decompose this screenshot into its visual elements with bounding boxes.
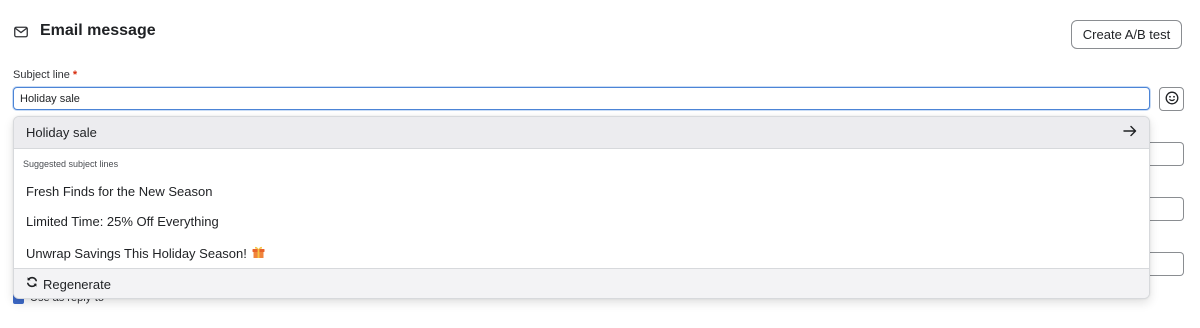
gift-icon [251,244,266,262]
current-value-option[interactable]: Holiday sale [14,117,1149,149]
subject-line-input[interactable] [13,87,1150,110]
required-indicator: * [72,69,78,81]
regenerate-button[interactable]: Regenerate [14,268,1149,298]
section-header: Email message [14,22,156,40]
refresh-icon [26,275,38,293]
smiley-icon [1165,91,1179,108]
create-ab-test-button[interactable]: Create A/B test [1071,20,1182,49]
section-title: Email message [40,22,156,39]
regenerate-label: Regenerate [43,276,111,292]
subject-line-label-text: Subject line [13,69,70,81]
suggestion-text: Unwrap Savings This Holiday Season! [26,245,247,261]
suggestions-header: Suggested subject lines [23,159,119,169]
arrow-right-icon [1123,124,1137,142]
background-input-field[interactable] [1150,197,1184,221]
subject-line-label: Subject line * [13,69,77,81]
mail-icon [14,25,28,38]
suggestion-option[interactable]: Limited Time: 25% Off Everything [26,214,219,229]
emoji-picker-button[interactable] [1159,87,1184,111]
suggestion-text: Fresh Finds for the New Season [26,184,213,199]
suggestion-option[interactable]: Fresh Finds for the New Season [26,184,212,199]
subject-suggestions-dropdown: Holiday sale Suggested subject lines Fre… [13,116,1150,299]
background-input-field[interactable] [1150,142,1184,166]
suggestion-text: Limited Time: 25% Off Everything [26,214,219,229]
background-input-field[interactable] [1150,252,1184,276]
current-value-text: Holiday sale [26,125,97,140]
suggestion-option[interactable]: Unwrap Savings This Holiday Season! [26,244,266,262]
